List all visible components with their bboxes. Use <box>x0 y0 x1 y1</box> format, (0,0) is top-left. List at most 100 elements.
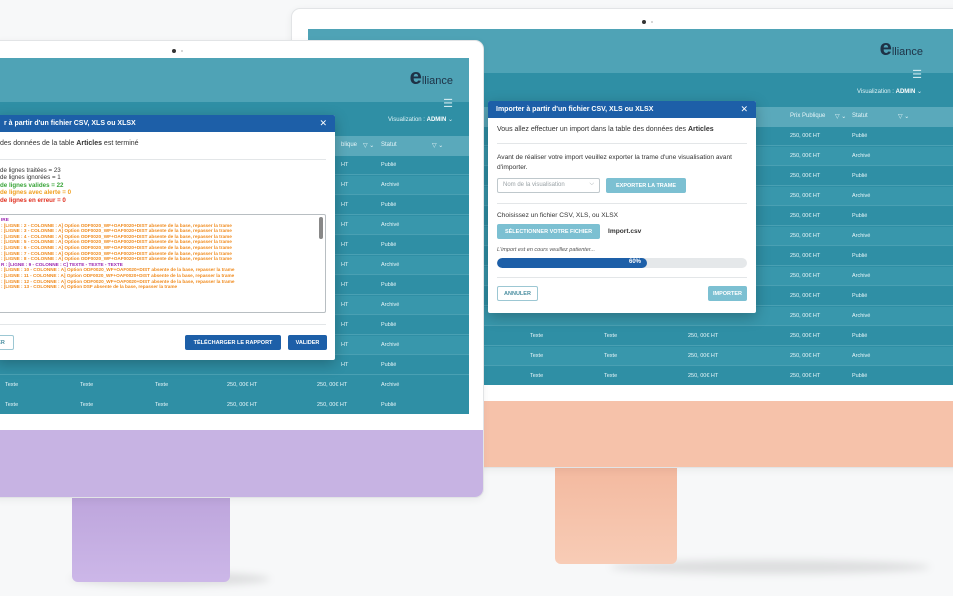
download-report-button[interactable]: TÉLÉCHARGER LE RAPPORT <box>185 335 281 350</box>
summary-line: de lignes ignorées = 1 <box>0 174 61 182</box>
status-cell: Publié <box>381 202 397 208</box>
price-cell: 250, 00€ HT <box>790 253 821 259</box>
status-cell: Publié <box>852 173 868 179</box>
price-cell: HT <box>341 162 349 168</box>
price-cell: HT <box>341 242 349 248</box>
status-cell: Archivé <box>381 342 400 348</box>
front-col-prix[interactable]: blique <box>341 142 357 148</box>
cell: Texte <box>155 402 169 408</box>
status-cell: Publié <box>852 373 868 379</box>
status-cell: Archivé <box>852 273 871 279</box>
price-cell: 250, 00€ HT <box>790 373 821 379</box>
back-hamburger-icon[interactable]: ☰ <box>912 68 922 81</box>
price-cell: 250, 00€ HT <box>790 173 821 179</box>
status-cell: Archivé <box>852 313 871 319</box>
summary-line: de lignes en erreur = 0 <box>0 196 66 204</box>
status-cell: Publié <box>381 362 397 368</box>
status-cell: Archivé <box>381 302 400 308</box>
cell: Texte <box>530 333 544 339</box>
back-camera-icon <box>642 20 646 24</box>
cell: Texte <box>604 333 618 339</box>
import-log[interactable]: IRE: [LIGNE : 2 - COLONNE : A] Option OD… <box>0 214 326 313</box>
cell: 250, 00€ HT <box>317 402 348 408</box>
front-col-statut[interactable]: Statut <box>381 142 397 148</box>
back-col-prix[interactable]: Prix Publique <box>790 113 825 119</box>
price-cell: HT <box>341 302 349 308</box>
status-cell: Publié <box>852 213 868 219</box>
status-cell: Publié <box>381 322 397 328</box>
close-icon[interactable]: ✕ <box>740 104 748 115</box>
price-cell: HT <box>341 182 349 188</box>
cell: 250, 00€ HT <box>227 382 258 388</box>
status-cell: Publié <box>381 242 397 248</box>
filter-icon[interactable]: ▽ ⌄ <box>835 113 846 120</box>
log-scrollbar[interactable] <box>319 217 323 239</box>
front-monitor-chin <box>0 430 483 497</box>
filter-icon[interactable]: ▽ ⌄ <box>432 142 443 149</box>
cell: 250, 00€ HT <box>688 373 719 379</box>
select-file-button[interactable]: SÉLECTIONNER VOTRE FICHIER <box>497 224 600 239</box>
import-modal-title: Importer à partir d'un fichier CSV, XLS … <box>496 106 654 113</box>
status-cell: Archivé <box>381 182 400 188</box>
cell: 250, 00€ HT <box>688 353 719 359</box>
import-intro: Vous allez effectuer un import dans la t… <box>497 126 714 133</box>
import-report-modal: r à partir d'un fichier CSV, XLS ou XLSX… <box>0 115 335 360</box>
price-cell: HT <box>341 342 349 348</box>
price-cell: 250, 00€ HT <box>790 333 821 339</box>
close-icon[interactable]: ✕ <box>319 118 327 129</box>
log-line: : [LIGNE : 13 - COLONNE : A] Option DSF … <box>1 284 178 290</box>
status-cell: Publié <box>852 333 868 339</box>
import-button[interactable]: IMPORTER <box>708 286 747 301</box>
front-hamburger-icon[interactable]: ☰ <box>443 97 453 110</box>
showcase-stage: elliance ☰ Visualization : ADMIN ⌄ Prix … <box>0 0 953 596</box>
cell: Texte <box>5 382 19 388</box>
chevron-down-icon: ⌵ <box>589 181 594 187</box>
status-cell: Archivé <box>852 353 871 359</box>
export-template-button[interactable]: EXPORTER LA TRAME <box>606 178 686 193</box>
back-visualisation-selector[interactable]: Visualization : ADMIN ⌄ <box>857 88 922 95</box>
price-cell: 250, 00€ HT <box>790 353 821 359</box>
status-cell: Publié <box>381 282 397 288</box>
import-modal-header: Importer à partir d'un fichier CSV, XLS … <box>488 101 756 118</box>
status-cell: Archivé <box>852 153 871 159</box>
status-cell: Archivé <box>852 193 871 199</box>
cell: 250, 00€ HT <box>317 382 348 388</box>
cancel-button[interactable]: ANNULER <box>497 286 538 301</box>
filter-icon[interactable]: ▽ ⌄ <box>898 113 909 120</box>
cell: Texte <box>530 353 544 359</box>
front-logo: elliance <box>409 64 453 89</box>
import-report-intro: des données de la table Articles est ter… <box>0 140 139 147</box>
price-cell: HT <box>341 362 349 368</box>
price-cell: HT <box>341 282 349 288</box>
export-instructions-2: d'importer. <box>497 164 528 171</box>
status-cell: Publié <box>381 162 397 168</box>
cell: Texte <box>530 373 544 379</box>
back-monitor-stand <box>555 466 677 564</box>
progress-status: L'import est en cours veuillez patienter… <box>497 247 596 253</box>
cell: Archivé <box>381 382 400 388</box>
summary-line: de lignes avec alerte = 0 <box>0 189 72 197</box>
visualisation-select[interactable]: Nom de la visualisation ⌵ <box>497 178 600 193</box>
status-cell: Archivé <box>381 262 400 268</box>
front-visualisation-selector[interactable]: Visualization : ADMIN ⌄ <box>388 116 453 123</box>
cell: 250, 00€ HT <box>227 402 258 408</box>
cancel-button[interactable]: ER <box>0 335 14 350</box>
import-progress-fill: 60% <box>497 258 647 268</box>
import-summary: de lignes traitées = 23 de lignes ignorée… <box>0 167 71 204</box>
filter-icon[interactable]: ▽ ⌄ <box>363 142 374 149</box>
summary-line: de lignes valides = 22 <box>0 181 64 189</box>
price-cell: HT <box>341 222 349 228</box>
price-cell: HT <box>341 202 349 208</box>
import-report-header: r à partir d'un fichier CSV, XLS ou XLSX… <box>0 115 335 132</box>
back-col-statut[interactable]: Statut <box>852 113 868 119</box>
validate-button[interactable]: VALIDER <box>288 335 327 350</box>
status-cell: Archivé <box>381 222 400 228</box>
cell: Texte <box>5 402 19 408</box>
cell: Texte <box>155 382 169 388</box>
price-cell: 250, 00€ HT <box>790 213 821 219</box>
price-cell: 250, 00€ HT <box>790 133 821 139</box>
back-logo: elliance <box>879 35 923 60</box>
price-cell: 250, 00€ HT <box>790 193 821 199</box>
import-report-title: r à partir d'un fichier CSV, XLS ou XLSX <box>4 120 136 127</box>
status-cell: Archivé <box>852 233 871 239</box>
